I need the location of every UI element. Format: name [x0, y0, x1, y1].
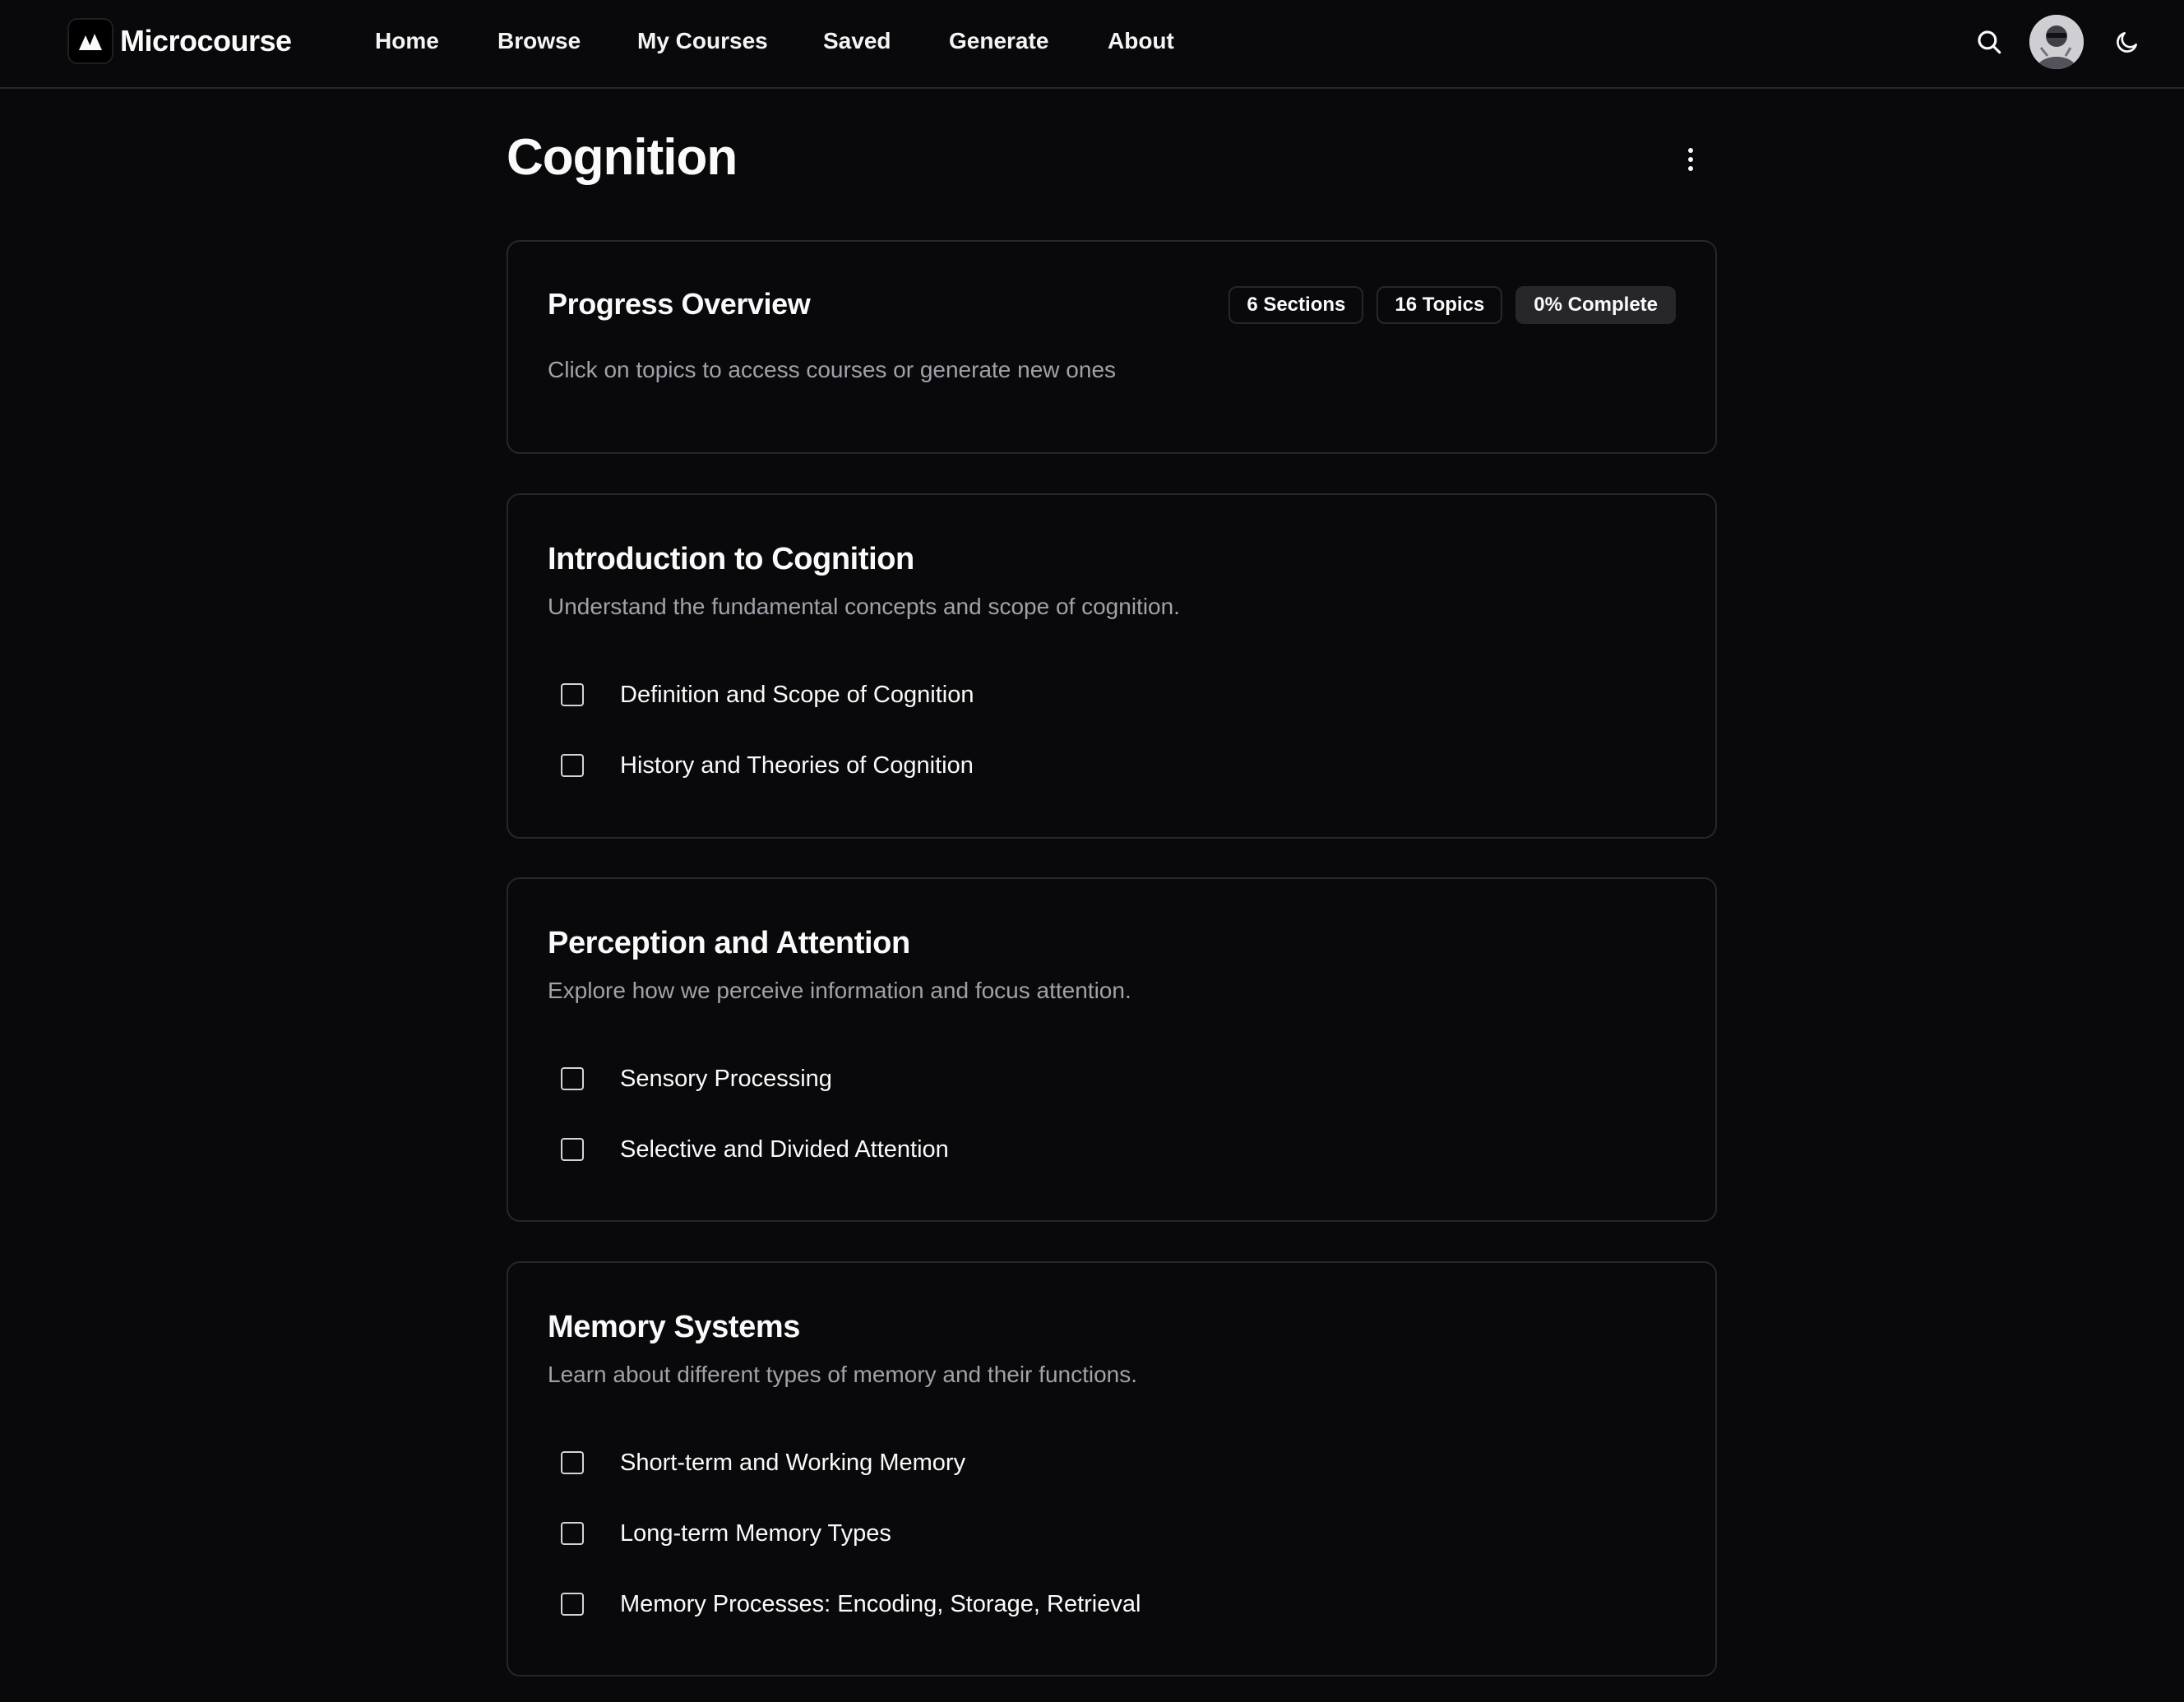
topic-item[interactable]: Long-term Memory Types [561, 1498, 1141, 1569]
nav-generate[interactable]: Generate [949, 23, 1048, 59]
section-title: Perception and Attention [548, 926, 910, 960]
topic-item[interactable]: Selective and Divided Attention [561, 1114, 949, 1185]
section-title: Memory Systems [548, 1310, 800, 1344]
topic-label[interactable]: Memory Processes: Encoding, Storage, Ret… [620, 1588, 1141, 1621]
topic-label[interactable]: History and Theories of Cognition [620, 749, 974, 782]
mountain-logo-icon[interactable] [67, 18, 113, 64]
section-title: Introduction to Cognition [548, 542, 914, 576]
section-description: Explore how we perceive information and … [548, 978, 1131, 1003]
topic-checkbox[interactable] [561, 754, 584, 777]
topic-item[interactable]: History and Theories of Cognition [561, 730, 974, 801]
brand-name[interactable]: Microcourse [120, 21, 292, 61]
section-card: Perception and Attention Explore how we … [507, 877, 1717, 1222]
section-description: Learn about different types of memory an… [548, 1362, 1138, 1387]
nav-about[interactable]: About [1108, 23, 1174, 59]
section-card: Introduction to Cognition Understand the… [507, 493, 1717, 839]
nav-home[interactable]: Home [375, 23, 439, 59]
search-icon [1978, 30, 2001, 54]
theme-toggle-button[interactable] [2108, 23, 2146, 61]
topic-label[interactable]: Long-term Memory Types [620, 1517, 891, 1550]
section-description: Understand the fundamental concepts and … [548, 594, 1180, 619]
topic-label[interactable]: Short-term and Working Memory [620, 1446, 965, 1479]
topic-list: Short-term and Working Memory Long-term … [561, 1427, 1141, 1640]
moon-icon [2117, 32, 2137, 53]
user-avatar[interactable] [2029, 15, 2084, 69]
topic-item[interactable]: Short-term and Working Memory [561, 1427, 1141, 1498]
topic-checkbox[interactable] [561, 1138, 584, 1161]
section-card: Memory Systems Learn about different typ… [507, 1261, 1717, 1677]
vertical-dots-icon [1688, 148, 1693, 171]
topic-checkbox[interactable] [561, 1522, 584, 1545]
topic-label[interactable]: Sensory Processing [620, 1062, 832, 1095]
topic-checkbox[interactable] [561, 683, 584, 706]
sections-count-badge: 6 Sections [1228, 286, 1364, 324]
topic-label[interactable]: Selective and Divided Attention [620, 1133, 949, 1166]
topic-item[interactable]: Memory Processes: Encoding, Storage, Ret… [561, 1569, 1141, 1640]
topic-item[interactable]: Definition and Scope of Cognition [561, 659, 974, 730]
topic-checkbox[interactable] [561, 1067, 584, 1090]
completion-badge: 0% Complete [1515, 286, 1676, 324]
search-button[interactable] [1970, 23, 2008, 61]
nav-my-courses[interactable]: My Courses [637, 23, 768, 59]
more-options-button[interactable] [1673, 141, 1709, 178]
nav-saved[interactable]: Saved [823, 23, 891, 59]
progress-badges: 6 Sections 16 Topics 0% Complete [1228, 286, 1676, 324]
topic-list: Definition and Scope of Cognition Histor… [561, 659, 974, 801]
nav-browse[interactable]: Browse [497, 23, 581, 59]
topics-count-badge: 16 Topics [1377, 286, 1503, 324]
progress-overview-card: Progress Overview 6 Sections 16 Topics 0… [507, 240, 1717, 454]
progress-overview-title: Progress Overview [548, 287, 811, 321]
topic-item[interactable]: Sensory Processing [561, 1043, 949, 1114]
topic-label[interactable]: Definition and Scope of Cognition [620, 678, 974, 711]
topic-checkbox[interactable] [561, 1593, 584, 1616]
page-title: Cognition [507, 129, 738, 186]
top-navbar: Microcourse Home Browse My Courses Saved… [0, 0, 2184, 89]
progress-description: Click on topics to access courses or gen… [548, 357, 1117, 382]
topic-checkbox[interactable] [561, 1451, 584, 1474]
topic-list: Sensory Processing Selective and Divided… [561, 1043, 949, 1185]
